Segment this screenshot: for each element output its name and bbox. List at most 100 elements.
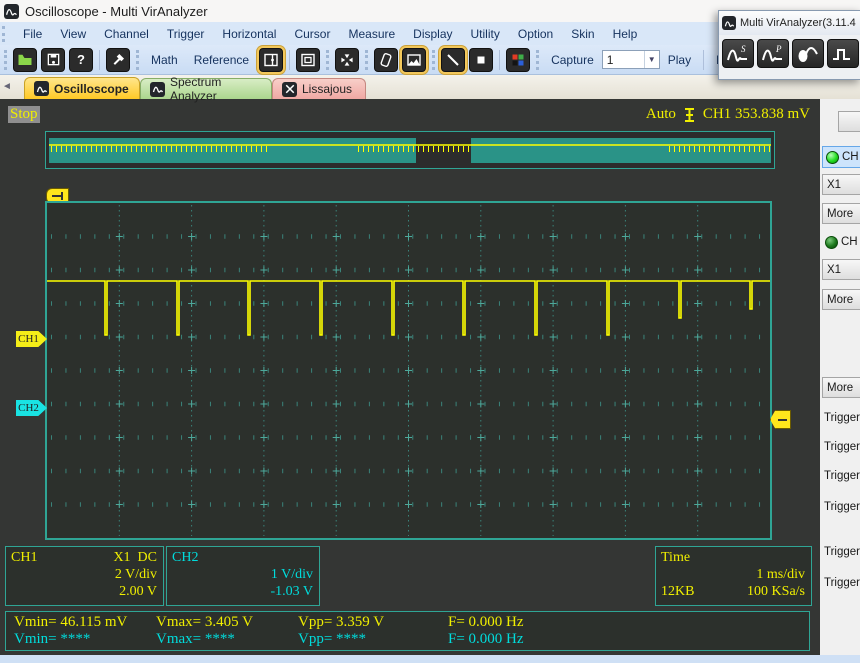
sidebar-ch2-more-button[interactable]: More xyxy=(822,289,860,310)
tab-oscilloscope[interactable]: Oscilloscope xyxy=(24,77,140,99)
diagonal-line-icon xyxy=(447,53,459,66)
sidebar-ch1-enable[interactable]: CH xyxy=(822,146,860,168)
launch-spectrum-button[interactable]: P xyxy=(757,39,789,68)
frame-button[interactable] xyxy=(296,47,321,72)
window-title: Oscilloscope - Multi VirAnalyzer xyxy=(25,3,208,19)
scope-p-icon: P xyxy=(762,44,782,62)
ch2-position-marker[interactable]: CH2 xyxy=(16,400,47,416)
oscilloscope-tab-icon xyxy=(34,81,49,96)
scope-graticule-and-trace xyxy=(47,205,770,536)
device-icon xyxy=(380,52,392,67)
toolbar-separator xyxy=(499,49,501,70)
ch2-info-panel[interactable]: CH2 1 V/div -1.03 V xyxy=(166,546,320,606)
help-button[interactable]: ? xyxy=(69,47,93,72)
sidebar-top-button[interactable] xyxy=(838,111,860,132)
toolbar-separator xyxy=(703,49,705,70)
square-wave-icon xyxy=(833,48,850,60)
save-icon xyxy=(47,53,59,66)
tab-lissajous-label: Lissajous xyxy=(302,82,353,96)
sidebar-ch1-more-button[interactable]: More xyxy=(822,203,860,224)
sidebar-more-button[interactable]: More xyxy=(822,377,860,398)
scope-screen[interactable] xyxy=(45,201,772,540)
trigger-level-icon xyxy=(684,107,694,122)
tab-spectrum-analyzer[interactable]: Spectrum Analyzer xyxy=(140,75,272,103)
floating-analyzer-window: Multi VirAnalyzer(3.11.4 S P xyxy=(718,10,860,80)
save-button[interactable] xyxy=(41,47,65,72)
meas-vmax-ch1: Vmax= 3.405 V xyxy=(156,614,253,630)
math-button[interactable]: Math xyxy=(143,53,186,67)
sidebar-ch2-enable[interactable]: CH xyxy=(822,231,860,253)
launch-generator-button[interactable] xyxy=(827,39,859,68)
toolbar-separator xyxy=(432,49,436,70)
ch1-info-panel[interactable]: CH1 X1 DC 2 V/div 2.00 V xyxy=(5,546,164,606)
frame-icon xyxy=(301,53,315,66)
ch1-more-label: More xyxy=(827,207,854,220)
toolbar-separator xyxy=(536,49,540,70)
toolbar-separator xyxy=(136,49,139,70)
tool-button[interactable] xyxy=(106,47,130,72)
screen-capture-button[interactable] xyxy=(402,47,427,72)
menu-item-horizontal[interactable]: Horizontal xyxy=(213,24,285,44)
open-folder-icon xyxy=(18,54,32,65)
floating-window-titlebar[interactable]: Multi VirAnalyzer(3.11.4 xyxy=(719,11,860,35)
trigger-status: Auto CH1 353.838 mV xyxy=(560,106,810,123)
meas-freq-ch1: F= 0.000 Hz xyxy=(448,614,524,630)
memory-depth: 12KB xyxy=(661,584,695,599)
meas-vmax-ch2: Vmax= **** xyxy=(156,631,235,647)
menu-item-cursor[interactable]: Cursor xyxy=(285,24,339,44)
capture-count-select[interactable]: 1 ▼ xyxy=(601,50,660,69)
split-panel-icon xyxy=(264,53,278,66)
menu-item-file[interactable]: File xyxy=(14,24,51,44)
ch1-scale: 2 V/div xyxy=(114,567,157,582)
meas-vpp-ch2: Vpp= **** xyxy=(298,631,367,647)
open-button[interactable] xyxy=(13,47,37,72)
tab-lissajous[interactable]: Lissajous xyxy=(272,78,366,99)
waveform-overview-strip[interactable] xyxy=(45,131,775,169)
sidebar-trigger-label-3: Trigger xyxy=(824,470,860,482)
draw-line-button[interactable] xyxy=(441,47,466,72)
lissajous-tab-icon xyxy=(282,81,297,97)
split-panel-button[interactable] xyxy=(259,47,284,72)
menu-item-measure[interactable]: Measure xyxy=(339,24,404,44)
color-grid-icon xyxy=(512,54,524,65)
ch2-more-label: More xyxy=(827,293,854,306)
right-sidebar: CH X1 More CH X1 More More Trigger Trigg… xyxy=(820,99,860,655)
tab-oscilloscope-label: Oscilloscope xyxy=(54,81,129,96)
time-info-panel[interactable]: Time 1 ms/div 12KB 100 KSa/s xyxy=(655,546,812,606)
ch2-panel-name: CH2 xyxy=(172,550,199,565)
launch-oscilloscope-button[interactable]: S xyxy=(722,39,754,68)
menu-item-channel[interactable]: Channel xyxy=(95,24,158,44)
launch-lissajous-button[interactable] xyxy=(792,39,824,68)
device-view-button[interactable] xyxy=(374,47,399,72)
trigger-mode-label: Auto xyxy=(645,106,676,122)
ch2-marker-label: CH2 xyxy=(18,402,39,414)
sidebar-ch1-probe-button[interactable]: X1 xyxy=(822,174,860,195)
autoset-button[interactable] xyxy=(335,47,360,72)
overview-waveform xyxy=(49,133,772,167)
more-label: More xyxy=(827,381,854,394)
menu-item-view[interactable]: View xyxy=(51,24,95,44)
sidebar-ch1-label: CH xyxy=(842,151,859,163)
sidebar-ch2-probe-button[interactable]: X1 xyxy=(822,259,860,280)
app-icon xyxy=(4,3,19,19)
tab-scroll-left-button[interactable]: ◄ xyxy=(2,81,12,92)
stop-draw-button[interactable] xyxy=(469,47,494,72)
menu-item-skin[interactable]: Skin xyxy=(562,24,603,44)
menu-item-help[interactable]: Help xyxy=(604,24,647,44)
menu-item-utility[interactable]: Utility xyxy=(462,24,509,44)
menu-item-trigger[interactable]: Trigger xyxy=(158,24,214,44)
trigger-level-marker[interactable] xyxy=(770,410,791,429)
meas-vmin-ch1: Vmin= 46.115 mV xyxy=(14,614,128,630)
svg-text:S: S xyxy=(741,44,746,54)
menu-item-option[interactable]: Option xyxy=(509,24,562,44)
run-state-badge[interactable]: Stop xyxy=(8,106,40,123)
capture-label: Capture xyxy=(551,52,594,67)
color-grid-button[interactable] xyxy=(506,47,531,72)
reference-button[interactable]: Reference xyxy=(186,53,257,67)
play-button[interactable]: Play xyxy=(660,53,699,67)
ch1-position-marker[interactable]: CH1 xyxy=(16,331,47,347)
meas-vmin-ch2: Vmin= **** xyxy=(14,631,91,647)
trigger-position-glyph xyxy=(52,192,63,200)
ch2-led-icon xyxy=(825,235,838,249)
menu-item-display[interactable]: Display xyxy=(404,24,461,44)
